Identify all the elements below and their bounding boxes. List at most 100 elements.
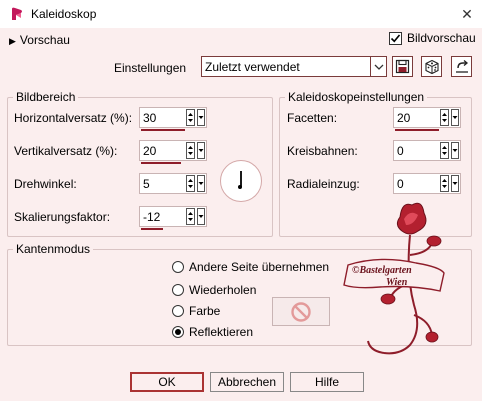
down-arrow-icon[interactable] bbox=[441, 183, 448, 190]
scale-factor-stepper[interactable] bbox=[186, 208, 195, 225]
edge-color-swatch[interactable] bbox=[272, 297, 330, 326]
watermark-line2: Wien bbox=[386, 277, 408, 288]
app-logo-icon bbox=[12, 7, 22, 21]
value-slider-bar bbox=[395, 129, 439, 131]
dial-needle-icon bbox=[238, 171, 242, 189]
horizontal-offset-value: 30 bbox=[143, 111, 157, 125]
randomize-button[interactable] bbox=[421, 56, 442, 77]
preview-toggle[interactable]: ▶ Vorschau bbox=[9, 33, 70, 47]
radio-label: Andere Seite übernehmen bbox=[189, 260, 330, 274]
scale-factor-input[interactable]: -12 bbox=[139, 206, 207, 230]
vertical-offset-value: 20 bbox=[143, 144, 157, 158]
image-preview-checkbox[interactable]: Bildvorschau bbox=[389, 31, 476, 45]
orbits-stepper[interactable] bbox=[440, 142, 449, 159]
vertical-offset-slider-toggle[interactable] bbox=[197, 142, 205, 159]
radio-button[interactable] bbox=[172, 261, 184, 273]
down-arrow-icon[interactable] bbox=[441, 117, 448, 124]
facets-value: 20 bbox=[397, 111, 411, 125]
scale-factor-label: Skalierungsfaktor: bbox=[14, 210, 111, 224]
close-icon: ✕ bbox=[461, 6, 473, 22]
vertical-offset-stepper[interactable] bbox=[186, 142, 195, 159]
facets-label: Facetten: bbox=[287, 111, 338, 125]
close-button[interactable]: ✕ bbox=[452, 0, 482, 28]
radio-label: Farbe bbox=[189, 304, 221, 318]
radial-indent-input[interactable]: 0 bbox=[393, 173, 461, 194]
chevron-down-icon bbox=[198, 215, 204, 218]
expand-arrow-icon: ▶ bbox=[9, 36, 16, 46]
down-arrow-icon[interactable] bbox=[187, 150, 194, 157]
orbits-value: 0 bbox=[397, 144, 404, 158]
radio-button[interactable] bbox=[172, 326, 184, 338]
facets-stepper[interactable] bbox=[440, 109, 449, 126]
reset-button[interactable] bbox=[451, 56, 472, 77]
scale-factor-slider-toggle[interactable] bbox=[197, 208, 205, 225]
reset-icon bbox=[455, 59, 468, 73]
radio-wrap-other-side[interactable]: Andere Seite übernehmen bbox=[172, 260, 329, 274]
rotation-angle-value: 5 bbox=[143, 177, 150, 191]
horizontal-offset-input[interactable]: 30 bbox=[139, 107, 207, 131]
radio-button[interactable] bbox=[172, 305, 184, 317]
radio-label: Reflektieren bbox=[189, 325, 254, 339]
radio-button[interactable] bbox=[172, 284, 184, 296]
checkbox-box[interactable] bbox=[389, 31, 402, 45]
horizontal-offset-stepper[interactable] bbox=[186, 109, 195, 126]
save-icon bbox=[395, 59, 410, 74]
radial-indent-slider-toggle[interactable] bbox=[451, 175, 459, 192]
rotation-angle-input[interactable]: 5 bbox=[139, 173, 207, 194]
down-arrow-icon[interactable] bbox=[441, 150, 448, 157]
chevron-down-icon bbox=[198, 116, 204, 119]
chevron-down-icon bbox=[452, 182, 458, 185]
settings-label: Einstellungen bbox=[114, 61, 187, 75]
checkmark-icon bbox=[390, 33, 401, 42]
kaleidoscope-settings-title: Kaleidoskopeinstellungen bbox=[285, 90, 428, 104]
down-arrow-icon[interactable] bbox=[187, 117, 194, 124]
preview-label: Vorschau bbox=[19, 33, 70, 47]
radial-indent-value: 0 bbox=[397, 177, 404, 191]
radio-repeat[interactable]: Wiederholen bbox=[172, 283, 256, 297]
save-preset-button[interactable] bbox=[392, 56, 413, 77]
radio-label: Wiederholen bbox=[189, 283, 257, 297]
chevron-down-icon bbox=[452, 116, 458, 119]
radial-indent-label: Radialeinzug: bbox=[287, 177, 360, 191]
image-area-title: Bildbereich bbox=[13, 90, 79, 104]
radial-indent-stepper[interactable] bbox=[440, 175, 449, 192]
chevron-down-icon[interactable] bbox=[370, 57, 386, 76]
vertical-offset-label: Vertikalversatz (%): bbox=[14, 144, 118, 158]
rotation-dial[interactable] bbox=[220, 160, 262, 202]
no-color-icon bbox=[291, 301, 311, 322]
facets-slider-toggle[interactable] bbox=[451, 109, 459, 126]
cancel-button[interactable]: Abbrechen bbox=[210, 372, 284, 392]
down-arrow-icon[interactable] bbox=[187, 216, 194, 223]
dice-icon bbox=[424, 59, 439, 74]
horizontal-offset-label: Horizontalversatz (%): bbox=[14, 111, 133, 125]
orbits-label: Kreisbahnen: bbox=[287, 144, 358, 158]
facets-input[interactable]: 20 bbox=[393, 107, 461, 131]
window-title: Kaleidoskop bbox=[31, 7, 97, 21]
vertical-offset-input[interactable]: 20 bbox=[139, 140, 207, 164]
settings-value: Zuletzt verwendet bbox=[205, 60, 300, 74]
chevron-down-icon bbox=[198, 149, 204, 152]
horizontal-offset-slider-toggle[interactable] bbox=[197, 109, 205, 126]
chevron-down-icon bbox=[198, 182, 204, 185]
settings-dropdown[interactable]: Zuletzt verwendet bbox=[201, 56, 387, 77]
radio-reflect[interactable]: Reflektieren bbox=[172, 325, 253, 339]
rotation-angle-slider-toggle[interactable] bbox=[197, 175, 205, 192]
orbits-input[interactable]: 0 bbox=[393, 140, 461, 161]
scale-factor-value: -12 bbox=[143, 210, 161, 224]
watermark-rose-image: ©Bastelgarten Wien bbox=[343, 202, 445, 355]
down-arrow-icon[interactable] bbox=[187, 183, 194, 190]
edge-mode-title: Kantenmodus bbox=[13, 242, 94, 256]
help-button[interactable]: Hilfe bbox=[290, 372, 364, 392]
chevron-down-icon bbox=[452, 149, 458, 152]
value-slider-bar bbox=[141, 129, 185, 131]
rotation-angle-stepper[interactable] bbox=[186, 175, 195, 192]
rotation-angle-label: Drehwinkel: bbox=[14, 177, 77, 191]
orbits-slider-toggle[interactable] bbox=[451, 142, 459, 159]
title-bar: Kaleidoskop ✕ bbox=[0, 0, 482, 28]
radio-color[interactable]: Farbe bbox=[172, 304, 220, 318]
value-slider-bar bbox=[141, 162, 181, 164]
value-slider-bar bbox=[141, 228, 163, 230]
watermark-line1: ©Bastelgarten bbox=[352, 265, 412, 276]
image-preview-label: Bildvorschau bbox=[407, 31, 476, 45]
ok-button[interactable]: OK bbox=[130, 372, 204, 392]
